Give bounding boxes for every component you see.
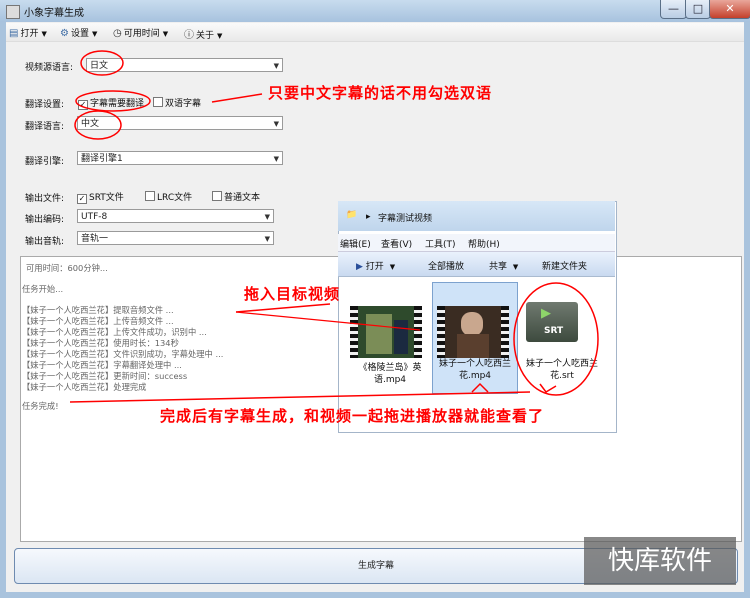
highlight-ellipse: [513, 282, 599, 396]
annotation-done-note: 完成后有字幕生成，和视频一起拖进播放器就能查看了: [160, 407, 545, 425]
highlight-ellipse: [80, 50, 124, 76]
highlight-ellipse: [74, 110, 122, 140]
arrow-line: [235, 303, 331, 313]
highlight-ellipse: [75, 90, 151, 112]
watermark: 快库软件: [584, 537, 736, 585]
arrow-line: [211, 93, 263, 103]
arrow-head: [539, 383, 557, 393]
arrow-line: [69, 391, 531, 403]
annotation-drag-note: 拖入目标视频: [244, 285, 341, 303]
arrow-line: [235, 311, 421, 331]
annotation-bilingual-note: 只要中文字幕的话不用勾选双语: [268, 84, 493, 102]
arrow-head: [471, 382, 489, 393]
